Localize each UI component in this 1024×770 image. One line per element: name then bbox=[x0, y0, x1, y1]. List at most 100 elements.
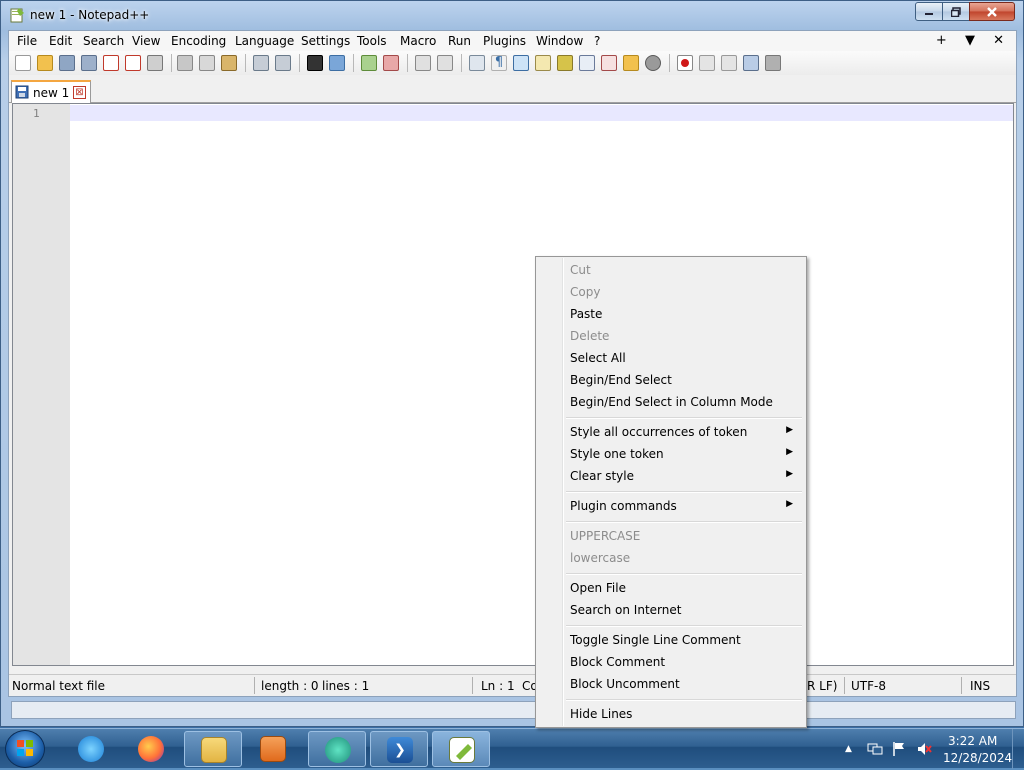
copy-icon[interactable] bbox=[199, 55, 215, 71]
menu-language[interactable]: Language bbox=[235, 34, 294, 48]
tab-list-dropdown-button[interactable]: ▼ bbox=[965, 33, 975, 48]
menu-item-label: Copy bbox=[570, 285, 601, 299]
menu-file[interactable]: File bbox=[17, 34, 37, 48]
print-icon[interactable] bbox=[147, 55, 163, 71]
taskbar-powershell[interactable]: ❯ bbox=[370, 731, 428, 767]
taskbar-app-teal[interactable] bbox=[308, 731, 366, 767]
network-icon[interactable] bbox=[867, 741, 883, 757]
context-menu-item-uppercase[interactable]: UPPERCASE bbox=[539, 525, 803, 547]
taskbar-media-player[interactable] bbox=[244, 731, 302, 767]
folder-as-workspace-icon[interactable] bbox=[623, 55, 639, 71]
taskbar-internet-explorer[interactable] bbox=[62, 731, 120, 767]
taskbar-file-explorer[interactable] bbox=[184, 731, 242, 767]
context-menu-item-clear-style[interactable]: Clear style ▶ bbox=[539, 465, 803, 487]
menu-tools[interactable]: Tools bbox=[357, 34, 387, 48]
context-menu-item-style-all-occurrences[interactable]: Style all occurrences of token ▶ bbox=[539, 421, 803, 443]
undo-icon[interactable] bbox=[253, 55, 269, 71]
close-icon bbox=[987, 6, 997, 17]
menu-edit[interactable]: Edit bbox=[49, 34, 72, 48]
context-menu-item-begin-end-select-column[interactable]: Begin/End Select in Column Mode bbox=[539, 391, 803, 413]
open-file-icon[interactable] bbox=[37, 55, 53, 71]
context-menu-item-style-one-token[interactable]: Style one token ▶ bbox=[539, 443, 803, 465]
context-menu-item-plugin-commands[interactable]: Plugin commands ▶ bbox=[539, 495, 803, 517]
context-menu-item-toggle-single-line-comment[interactable]: Toggle Single Line Comment bbox=[539, 629, 803, 651]
menu-encoding[interactable]: Encoding bbox=[171, 34, 226, 48]
show-hidden-icons-button[interactable]: ▲ bbox=[845, 744, 861, 760]
clock-date[interactable]: 12/28/2024 bbox=[943, 751, 1012, 765]
menu-item-label: Cut bbox=[570, 263, 591, 277]
redo-icon[interactable] bbox=[275, 55, 291, 71]
close-all-icon[interactable] bbox=[125, 55, 141, 71]
sync-horizontal-icon[interactable] bbox=[437, 55, 453, 71]
tab-close-icon[interactable]: ⊠ bbox=[73, 86, 86, 99]
context-menu-separator bbox=[566, 573, 802, 575]
close-document-button[interactable]: ✕ bbox=[993, 33, 1004, 48]
clock-time[interactable]: 3:22 AM bbox=[948, 734, 997, 748]
context-menu-separator bbox=[566, 491, 802, 493]
taskbar-notepad-plus-plus[interactable] bbox=[432, 731, 490, 767]
editor-area[interactable]: 1 bbox=[12, 103, 1014, 666]
context-menu-item-hide-lines[interactable]: Hide Lines bbox=[539, 703, 803, 725]
context-menu-item-cut[interactable]: Cut bbox=[539, 259, 803, 281]
context-menu-item-open-file[interactable]: Open File bbox=[539, 577, 803, 599]
indent-guide-icon[interactable] bbox=[513, 55, 529, 71]
close-file-icon[interactable] bbox=[103, 55, 119, 71]
record-macro-icon[interactable] bbox=[677, 55, 693, 71]
document-list-icon[interactable] bbox=[579, 55, 595, 71]
find-icon[interactable] bbox=[307, 55, 323, 71]
menu-plugins[interactable]: Plugins bbox=[483, 34, 526, 48]
save-icon[interactable] bbox=[59, 55, 75, 71]
taskbar-firefox[interactable] bbox=[122, 731, 180, 767]
menu-search[interactable]: Search bbox=[83, 34, 124, 48]
menu-settings[interactable]: Settings bbox=[301, 34, 350, 48]
menu-macro[interactable]: Macro bbox=[400, 34, 436, 48]
action-center-flag-icon[interactable] bbox=[891, 741, 907, 757]
menu-item-label: Search on Internet bbox=[570, 603, 682, 617]
stop-macro-icon[interactable] bbox=[699, 55, 715, 71]
maximize-button[interactable] bbox=[942, 2, 970, 21]
title-bar[interactable]: new 1 - Notepad++ bbox=[1, 1, 1023, 30]
context-menu-item-block-uncomment[interactable]: Block Uncomment bbox=[539, 673, 803, 695]
zoom-out-icon[interactable] bbox=[383, 55, 399, 71]
new-tab-plus-button[interactable]: + bbox=[936, 33, 947, 48]
context-menu-item-delete[interactable]: Delete bbox=[539, 325, 803, 347]
monitoring-icon[interactable] bbox=[645, 55, 661, 71]
doc-map-icon[interactable] bbox=[557, 55, 573, 71]
zoom-in-icon[interactable] bbox=[361, 55, 377, 71]
restore-icon bbox=[951, 6, 961, 17]
minimize-button[interactable] bbox=[915, 2, 943, 21]
context-menu-item-block-comment[interactable]: Block Comment bbox=[539, 651, 803, 673]
show-all-characters-icon[interactable]: ¶ bbox=[491, 55, 507, 71]
replace-icon[interactable] bbox=[329, 55, 345, 71]
cut-icon[interactable] bbox=[177, 55, 193, 71]
save-macro-icon[interactable] bbox=[765, 55, 781, 71]
menu-item-label: Toggle Single Line Comment bbox=[570, 633, 741, 647]
context-menu-item-begin-end-select[interactable]: Begin/End Select bbox=[539, 369, 803, 391]
close-window-button[interactable] bbox=[969, 2, 1015, 21]
context-menu-item-copy[interactable]: Copy bbox=[539, 281, 803, 303]
toolbar-separator bbox=[669, 54, 670, 72]
tab-new-1[interactable]: new 1 ⊠ bbox=[11, 80, 91, 103]
paste-icon[interactable] bbox=[221, 55, 237, 71]
context-menu-item-select-all[interactable]: Select All bbox=[539, 347, 803, 369]
run-macro-multiple-icon[interactable] bbox=[743, 55, 759, 71]
word-wrap-icon[interactable] bbox=[469, 55, 485, 71]
play-macro-icon[interactable] bbox=[721, 55, 737, 71]
context-menu-item-paste[interactable]: Paste bbox=[539, 303, 803, 325]
context-menu-item-search-on-internet[interactable]: Search on Internet bbox=[539, 599, 803, 621]
menu-view[interactable]: View bbox=[132, 34, 160, 48]
new-file-icon[interactable] bbox=[15, 55, 31, 71]
menu-window[interactable]: Window bbox=[536, 34, 583, 48]
save-all-icon[interactable] bbox=[81, 55, 97, 71]
show-desktop-button[interactable] bbox=[1012, 729, 1024, 769]
context-menu-item-lowercase[interactable]: lowercase bbox=[539, 547, 803, 569]
sync-vertical-icon[interactable] bbox=[415, 55, 431, 71]
editor-context-menu: Cut Copy Paste Delete Select All Begin/E… bbox=[535, 256, 807, 728]
submenu-arrow-icon: ▶ bbox=[786, 469, 793, 479]
function-list-icon[interactable] bbox=[601, 55, 617, 71]
volume-muted-icon[interactable] bbox=[916, 741, 932, 757]
user-language-icon[interactable] bbox=[535, 55, 551, 71]
start-button[interactable] bbox=[5, 730, 45, 768]
menu-help[interactable]: ? bbox=[594, 34, 600, 48]
menu-run[interactable]: Run bbox=[448, 34, 471, 48]
